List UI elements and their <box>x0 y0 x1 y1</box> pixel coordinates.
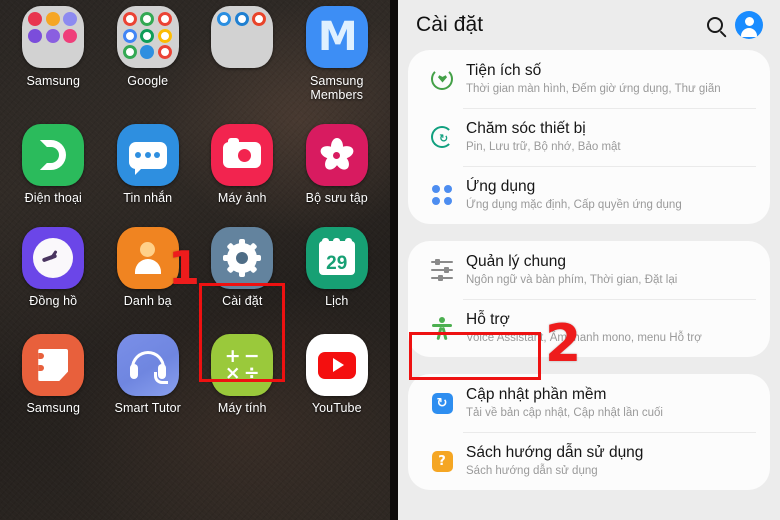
microsoft-folder-icon[interactable] <box>211 6 274 68</box>
settings-row-subtitle: Ngôn ngữ và bàn phím, Thời gian, Đặt lại <box>466 274 678 286</box>
settings-row-subtitle: Thời gian màn hình, Đếm giờ ứng dụng, Th… <box>466 83 721 95</box>
gallery-icon[interactable] <box>305 124 368 186</box>
phone-bezel-divider <box>390 0 398 520</box>
samsung-members-icon[interactable]: M <box>305 6 368 68</box>
app-row: Samsung Smart Tutor + − × ÷ Máy tính You… <box>6 334 384 415</box>
account-avatar-icon[interactable] <box>732 8 766 42</box>
settings-header: Cài đặt <box>398 0 780 50</box>
app-label: Máy ảnh <box>217 191 267 205</box>
app-label: Samsung <box>26 401 80 415</box>
app-cell-samsung-members[interactable]: M Samsung Members <box>290 6 385 102</box>
app-row: Samsung Google M Samsung Members <box>6 6 384 102</box>
settings-row-subtitle: Pin, Lưu trữ, Bộ nhớ, Bảo mật <box>466 141 621 153</box>
settings-row-title: Cập nhật phần mềm <box>466 386 607 403</box>
user-manual-icon: ? <box>422 450 462 472</box>
settings-row-general-management[interactable]: Quản lý chung Ngôn ngữ và bàn phím, Thời… <box>408 241 770 299</box>
google-folder-icon[interactable] <box>116 6 179 68</box>
settings-app-highlight-box <box>199 283 285 382</box>
calendar-icon[interactable]: 29 <box>305 227 368 289</box>
app-row: Điện thoại Tin nhắn Máy ảnh Bộ sưu tập <box>6 124 384 205</box>
app-cell-camera[interactable]: Máy ảnh <box>195 124 290 205</box>
settings-row-title: Hỗ trợ <box>466 311 510 328</box>
app-label: Đồng hồ <box>29 294 78 308</box>
messages-icon[interactable] <box>116 124 179 186</box>
settings-row-title: Ứng dụng <box>466 178 536 195</box>
settings-row-apps[interactable]: Ứng dụng Ứng dụng mặc định, Cấp quyền ứn… <box>408 166 770 224</box>
settings-row-software-update[interactable]: ↻ Cập nhật phần mềm Tải về bản cập nhật,… <box>408 374 770 432</box>
app-cell-calendar[interactable]: 29 Lịch <box>290 227 385 308</box>
settings-row-title: Chăm sóc thiết bị <box>466 120 586 137</box>
app-grid: Samsung Google M Samsung Members Điện th… <box>0 0 390 415</box>
samsung-notes-icon[interactable] <box>22 334 85 396</box>
settings-row-subtitle: Tải về bản cập nhật, Cập nhật lần cuối <box>466 407 663 419</box>
step-1-marker: 1 <box>168 241 201 295</box>
app-label: Danh bạ <box>123 294 172 308</box>
app-label: YouTube <box>311 401 362 415</box>
app-label: Samsung Members <box>309 74 364 102</box>
app-cell-gallery[interactable]: Bộ sưu tập <box>290 124 385 205</box>
settings-card-group-3: ↻ Cập nhật phần mềm Tải về bản cập nhật,… <box>408 374 770 490</box>
camera-icon[interactable] <box>211 124 274 186</box>
settings-row-digital-wellbeing[interactable]: Tiện ích số Thời gian màn hình, Đếm giờ … <box>408 50 770 108</box>
page-title: Cài đặt <box>416 13 484 36</box>
screenshot-root: Samsung Google M Samsung Members Điện th… <box>0 0 780 520</box>
app-label: Google <box>127 74 169 88</box>
app-cell-youtube[interactable]: YouTube <box>290 334 385 415</box>
settings-row-device-care[interactable]: ↻ Chăm sóc thiết bị Pin, Lưu trữ, Bộ nhớ… <box>408 108 770 166</box>
apps-icon <box>422 185 462 205</box>
app-label: Điện thoại <box>24 191 82 205</box>
general-management-icon <box>422 259 462 281</box>
app-cell-messages[interactable]: Tin nhắn <box>101 124 196 205</box>
settings-row-title: Sách hướng dẫn sử dụng <box>466 444 644 461</box>
step-2-marker: 2 <box>545 314 582 374</box>
settings-gear-icon[interactable] <box>211 227 274 289</box>
accessibility-highlight-box <box>409 332 541 380</box>
app-label: Smart Tutor <box>114 401 181 415</box>
settings-row-title: Quản lý chung <box>466 253 566 270</box>
search-icon[interactable] <box>698 8 732 42</box>
app-label: Samsung <box>26 74 80 88</box>
clock-icon[interactable] <box>22 227 85 289</box>
app-cell-smart-tutor[interactable]: Smart Tutor <box>101 334 196 415</box>
app-cell-samsung-notes[interactable]: Samsung <box>6 334 101 415</box>
software-update-icon: ↻ <box>422 392 462 414</box>
samsung-folder-icon[interactable] <box>22 6 85 68</box>
settings-row-user-manual[interactable]: ? Sách hướng dẫn sử dụng Sách hướng dẫn … <box>408 432 770 490</box>
device-care-icon: ↻ <box>422 126 462 148</box>
app-cell-phone[interactable]: Điện thoại <box>6 124 101 205</box>
smart-tutor-icon[interactable] <box>116 334 179 396</box>
settings-row-subtitle: Ứng dụng mặc định, Cấp quyền ứng dụng <box>466 199 682 211</box>
app-label: Bộ sưu tập <box>305 191 368 205</box>
app-label: Máy tính <box>217 401 267 415</box>
digital-wellbeing-icon <box>422 68 462 90</box>
settings-screen-panel: Cài đặt Tiện ích số Thời gian màn hình, … <box>398 0 780 520</box>
software-update-glyph: ↻ <box>431 392 453 414</box>
app-label: Lịch <box>325 294 349 308</box>
app-cell-samsung-folder[interactable]: Samsung <box>6 6 101 102</box>
app-cell-google-folder[interactable]: Google <box>101 6 196 102</box>
members-m-glyph: M <box>317 14 358 60</box>
calendar-date: 29 <box>326 253 348 274</box>
settings-row-subtitle: Sách hướng dẫn sử dụng <box>466 465 598 477</box>
youtube-icon[interactable] <box>305 334 368 396</box>
user-manual-glyph: ? <box>431 450 453 472</box>
app-label: Tin nhắn <box>123 191 173 205</box>
app-cell-clock[interactable]: Đồng hồ <box>6 227 101 308</box>
settings-card-group-1: Tiện ích số Thời gian màn hình, Đếm giờ … <box>408 50 770 224</box>
phone-icon[interactable] <box>22 124 85 186</box>
app-cell-microsoft-folder[interactable] <box>195 6 290 102</box>
settings-row-title: Tiện ích số <box>466 62 542 79</box>
home-screen-panel: Samsung Google M Samsung Members Điện th… <box>0 0 390 520</box>
